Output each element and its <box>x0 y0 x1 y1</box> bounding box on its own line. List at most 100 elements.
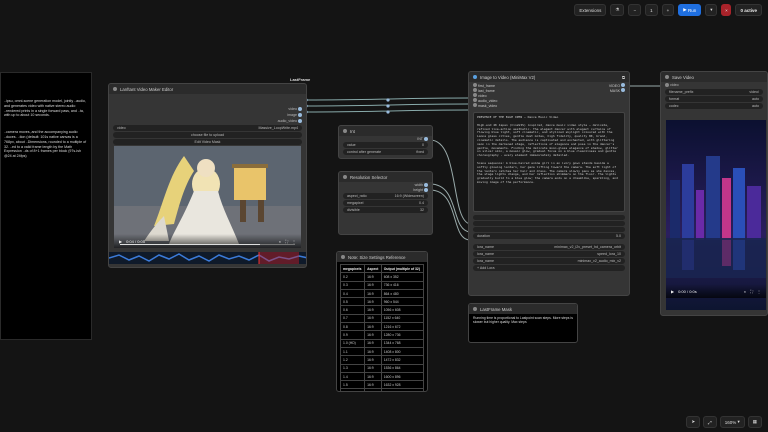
extensions-button[interactable]: Extensions <box>574 4 607 16</box>
output-socket[interactable] <box>298 119 302 123</box>
decrement-button[interactable]: − <box>628 4 642 16</box>
node-header[interactable]: Int <box>339 126 432 136</box>
lora-select[interactable]: lora_name minimax_v2_audio_mix_v2 <box>473 258 625 264</box>
input-video[interactable]: video <box>661 82 767 88</box>
zoom-select[interactable]: 160% ▾ <box>719 416 745 428</box>
widget-value: minimax_v2_audio_mix_v2 <box>577 259 621 263</box>
output-audio-video[interactable]: audio_video <box>109 118 306 124</box>
lastframe-mask-note-node[interactable]: LastFrame Mask Running time is proportio… <box>468 303 578 343</box>
codec-select[interactable]: codec auto <box>665 103 763 109</box>
divisible-stepper[interactable]: divisible 32 <box>343 207 428 213</box>
collapsed-widget[interactable] <box>473 215 625 220</box>
node-header[interactable]: Image to Video (MiniMax V2) ⧉ <box>469 72 629 82</box>
input-socket[interactable] <box>473 88 477 92</box>
table-row: 1.1 16:9 1408 x 800 <box>339 346 425 357</box>
minimap-icon[interactable]: ▦ <box>747 416 762 428</box>
waveform-timeline[interactable] <box>109 252 306 264</box>
lora-select[interactable]: lora_name minimax_v2_i2v_preset_hd_camera… <box>473 244 625 250</box>
duration-stepper[interactable]: duration 5.0 <box>473 233 625 239</box>
flask-icon[interactable]: ⚗ <box>610 4 625 16</box>
format-select[interactable]: format auto <box>665 96 763 102</box>
node-title-group: Image to Video (MiniMax V2) <box>473 75 535 80</box>
external-link-icon[interactable]: ⧉ <box>622 75 625 80</box>
output-label: height <box>413 187 423 192</box>
prompt-paragraph: High-end 4K Japan (CineVIS) inspired, da… <box>477 122 618 158</box>
widget-label: codec <box>669 104 679 108</box>
lora-select[interactable]: lora_name speed_lora_10 <box>473 251 625 257</box>
add-lora-button[interactable]: + Add Lora <box>473 265 625 271</box>
video-file-select[interactable]: video Massive_LoopWrite.mp4 <box>113 125 302 131</box>
control-after-generate-select[interactable]: control after generate fixed <box>343 149 428 155</box>
more-icon[interactable]: ⋮ <box>292 239 296 244</box>
input-socket[interactable] <box>665 83 669 87</box>
upload-button[interactable]: choose file to upload <box>113 132 302 138</box>
output-int[interactable]: INT <box>339 136 432 141</box>
pointer-icon[interactable]: ➤ <box>686 416 701 428</box>
status-dot <box>113 87 117 91</box>
stop-button[interactable]: × <box>721 4 732 16</box>
fit-view-icon[interactable]: ⤢ <box>703 416 717 428</box>
table-cell: 16:9 <box>364 313 382 324</box>
play-icon[interactable]: ▶ <box>119 239 122 244</box>
collapsed-widget[interactable] <box>473 227 625 232</box>
input-socket[interactable] <box>473 98 477 102</box>
node-header[interactable]: Lanftant Video Maker Editor <box>109 84 306 94</box>
run-button[interactable]: ▶ Run <box>678 4 702 16</box>
queue-count[interactable]: 1 <box>645 4 658 16</box>
active-jobs-button[interactable]: 0 active <box>735 4 762 16</box>
widget-label: control after generate <box>347 150 382 154</box>
table-cell: 608 x 352 <box>380 272 425 282</box>
run-options-button[interactable]: ▾ <box>705 4 718 16</box>
widget-label: duration <box>477 234 490 238</box>
output-height[interactable]: height <box>339 187 432 192</box>
wire <box>305 97 471 101</box>
input-mask-video[interactable]: mask_video <box>473 103 497 108</box>
widget-label: filename_prefix <box>669 90 694 94</box>
filename-prefix-field[interactable]: filename_prefix video/ <box>665 89 763 95</box>
more-icon[interactable]: ⋮ <box>757 289 761 294</box>
aspect-ratio-select[interactable]: aspect_ratio 16:9 (Widescreen) <box>343 193 428 199</box>
save-video-node[interactable]: Save Video video filename_prefix video/ f… <box>660 71 768 316</box>
status-dot <box>665 75 669 79</box>
output-socket[interactable] <box>621 83 625 87</box>
output-socket[interactable] <box>424 182 428 187</box>
edit-mask-button[interactable]: Edit Video Mask <box>113 139 302 145</box>
zoom-value: 160% <box>724 419 737 425</box>
value-stepper[interactable]: value 0 <box>343 142 428 148</box>
output-video-preview[interactable]: ▶ 0:00 / 0:0s ◖ ⛶ ⋮ <box>666 120 766 310</box>
top-toolbar: Extensions ⚗ − 1 + ▶ Run ▾ × 0 active <box>574 3 762 17</box>
node-title: LastFrame Mask <box>480 306 512 312</box>
volume-icon[interactable]: ◖ <box>744 289 746 294</box>
node-header[interactable]: Note: Size Settings Reference <box>337 252 427 262</box>
output-socket[interactable] <box>424 136 428 141</box>
size-reference-note-node[interactable]: Note: Size Settings Reference megapixels… <box>336 251 428 392</box>
fullscreen-icon[interactable]: ⛶ <box>285 239 288 244</box>
prompt-textarea[interactable]: PRESENCE OF THE BLUE OPEN — Dance Music … <box>473 112 625 212</box>
input-socket[interactable] <box>473 83 477 87</box>
volume-icon[interactable]: ◖ <box>279 239 281 244</box>
output-socket[interactable] <box>621 88 625 92</box>
image-to-video-node[interactable]: Image to Video (MiniMax V2) ⧉ first_fram… <box>468 71 630 296</box>
output-mask[interactable]: MASK <box>609 88 625 93</box>
video-preview[interactable]: ▶ 0:04 / 0:05 ◖ ⛶ ⋮ <box>114 146 301 248</box>
resolution-selector-node[interactable]: Resolution Selector width height aspect_… <box>338 171 433 235</box>
play-icon[interactable]: ▶ <box>671 289 674 294</box>
video-progress[interactable] <box>120 244 295 245</box>
output-socket[interactable] <box>298 107 302 111</box>
int-node[interactable]: Int INT value 0 control after generate fix… <box>338 125 433 159</box>
input-label: mask_video <box>478 104 498 108</box>
input-socket[interactable] <box>473 93 477 97</box>
video-editor-node[interactable]: Lanftant Video Maker Editor video image … <box>108 83 307 268</box>
output-socket[interactable] <box>424 187 428 192</box>
collapsed-widget[interactable] <box>473 221 625 226</box>
input-socket[interactable] <box>473 103 477 107</box>
io-block: first_frame last_frame video audio_video… <box>469 82 629 109</box>
increment-button[interactable]: + <box>661 4 675 16</box>
output-socket[interactable] <box>298 113 302 117</box>
node-header[interactable]: LastFrame Mask <box>469 304 577 314</box>
node-header[interactable]: Save Video <box>661 72 767 82</box>
wire <box>429 183 471 233</box>
megapixel-stepper[interactable]: megapixel 0.4 <box>343 200 428 206</box>
node-header[interactable]: Resolution Selector <box>339 172 432 182</box>
fullscreen-icon[interactable]: ⛶ <box>750 289 753 294</box>
